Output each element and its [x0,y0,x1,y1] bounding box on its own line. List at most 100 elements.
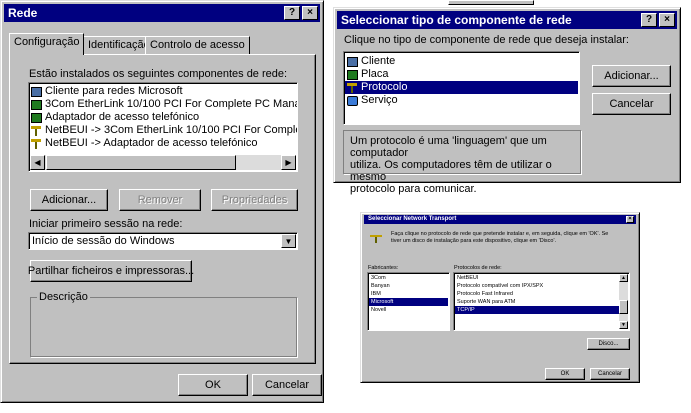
close-button[interactable]: × [626,216,634,223]
button-label: Cancelar [609,98,654,110]
add-button[interactable]: Adicionar... [592,65,671,87]
item-label: Cliente para redes Microsoft [45,85,183,97]
scroll-up-icon[interactable]: ▲ [619,274,628,282]
components-list[interactable]: Cliente para redes Microsoft 3Com EtherL… [28,82,298,172]
item-label: Banyan [371,283,390,289]
scroll-left-icon[interactable]: ◀ [30,155,45,170]
list-item[interactable]: Novell [369,306,448,314]
protocol-icon [31,125,42,136]
tab-label: Configuração [14,36,80,48]
manufacturers-list[interactable]: 3Com Banyan IBM Microsoft Novell [367,272,450,331]
select-network-transport-window: Seleccionar Network Transport × Faça cli… [360,212,640,383]
list-item[interactable]: Protocolo [345,81,578,94]
list-item[interactable]: Cliente [345,55,578,68]
close-button[interactable]: × [302,6,318,20]
help-button[interactable]: ? [641,13,657,27]
scroll-right-icon[interactable]: ▶ [281,155,296,170]
scroll-thumb[interactable] [619,300,628,314]
list-item[interactable]: 3Com [369,274,448,282]
select-value: Início de sessão do Windows [32,235,175,247]
vertical-scrollbar[interactable]: ▲ ▼ [619,274,628,329]
network-title-bar[interactable]: Rede ? × [4,4,320,22]
list-item[interactable]: Protocolo compatível com IPX/SPX [455,282,628,290]
remove-button[interactable]: Remover [119,189,201,211]
properties-button[interactable]: Propriedades [211,189,298,211]
item-label: NetBEUI -> Adaptador de acesso telefónic… [45,137,258,149]
add-button[interactable]: Adicionar... [30,189,108,211]
instruction-line: Faça clique no protocolo de rede que pre… [391,231,609,237]
cancel-button[interactable]: Cancelar [252,374,322,396]
component-type-list[interactable]: Cliente Placa Protocolo Serviço [343,51,580,125]
protocols-label: Protocolos de rede: [454,265,502,271]
tab-configuracao[interactable]: Configuração [9,33,85,55]
primary-logon-select[interactable]: Início de sessão do Windows ▼ [28,232,298,250]
chevron-down-icon[interactable]: ▼ [281,234,296,248]
list-item[interactable]: Suporte WAN para ATM [455,298,628,306]
network-adapter-icon [347,69,358,80]
close-button[interactable]: × [659,13,675,27]
tab-identificacao[interactable]: Identificação [83,36,155,54]
scroll-down-icon[interactable]: ▼ [619,321,628,329]
list-item[interactable]: Microsoft [369,298,448,306]
item-label: Placa [361,68,389,80]
list-item[interactable]: 3Com EtherLink 10/100 PCI For Complete P… [29,98,297,111]
horizontal-scrollbar[interactable]: ◀ ▶ [30,155,296,170]
list-item[interactable]: NetBEUI -> Adaptador de acesso telefónic… [29,137,297,150]
list-item[interactable]: TCP/IP [455,306,628,314]
protocol-icon [31,138,42,149]
list-item[interactable]: NetBEUI -> 3Com EtherLink 10/100 PCI For… [29,124,297,137]
description-group: Descrição [30,291,297,357]
list-item[interactable]: Placa [345,68,578,81]
component-type-title-bar[interactable]: Seleccionar tipo de componente de rede ?… [337,11,677,29]
list-item[interactable]: Banyan [369,282,448,290]
instruction-line: tiver um disco de instalação para este d… [391,238,557,244]
list-item[interactable]: Protocolo Fast Infrared [455,290,628,298]
button-label: Cancelar [264,379,310,391]
list-item[interactable]: Cliente para redes Microsoft [29,85,297,98]
description-box: Um protocolo é uma 'linguagem' que um co… [343,130,581,195]
item-label: Suporte WAN para ATM [457,299,516,305]
tab-label: Identificação [88,39,150,51]
list-item[interactable]: NetBEUI [455,274,628,282]
item-label: Cliente [361,55,396,67]
network-transport-title-bar[interactable]: Seleccionar Network Transport × [364,215,636,224]
item-label: Protocolo compatível com IPX/SPX [457,283,544,289]
network-properties-window: Rede ? × Configuração Identificação Cont… [0,0,324,403]
service-icon [347,95,358,106]
list-item[interactable]: Adaptador de acesso telefónico [29,111,297,124]
protocol-icon [347,82,358,93]
client-icon [31,86,42,97]
description-label: Descrição [37,291,90,303]
disk-button[interactable]: Disco... [587,338,630,350]
window-title: Seleccionar tipo de componente de rede [341,13,572,27]
cancel-button[interactable]: Cancelar [590,368,630,380]
list-item[interactable]: Serviço [345,94,578,107]
item-label: 3Com [371,275,386,281]
item-label: 3Com EtherLink 10/100 PCI For Complete P… [45,98,297,110]
window-title: Rede [8,6,38,20]
select-component-type-window: Seleccionar tipo de componente de rede ?… [333,7,681,195]
item-label: Adaptador de acesso telefónico [45,111,200,123]
ok-button[interactable]: OK [178,374,248,396]
manufacturers-label: Fabricantes: [368,265,399,271]
cancel-button[interactable]: Cancelar [592,93,671,115]
ok-button[interactable]: OK [545,368,585,380]
protocols-list[interactable]: NetBEUI Protocolo compatível com IPX/SPX… [453,272,630,331]
primary-logon-label: Iniciar primeiro sessão na rede: [29,218,183,230]
installed-components-label: Estão instalados os seguintes componente… [29,68,288,80]
item-label: NetBEUI [457,275,479,281]
button-label: Partilhar ficheiros e impressoras... [27,265,195,277]
network-adapter-icon [31,99,42,110]
item-label: Protocolo Fast Infrared [457,291,513,297]
share-files-printers-button[interactable]: Partilhar ficheiros e impressoras... [27,260,195,282]
scroll-thumb[interactable] [46,155,236,170]
item-label: IBM [371,291,381,297]
button-label: OK [560,371,570,377]
list-item[interactable]: IBM [369,290,448,298]
button-label: Adicionar... [604,70,659,82]
tab-label: Controlo de acesso [150,39,245,51]
tab-controlo-acesso[interactable]: Controlo de acesso [145,36,250,54]
item-label: Microsoft [371,299,394,305]
window-title: Seleccionar Network Transport [368,216,457,222]
help-button[interactable]: ? [284,6,300,20]
